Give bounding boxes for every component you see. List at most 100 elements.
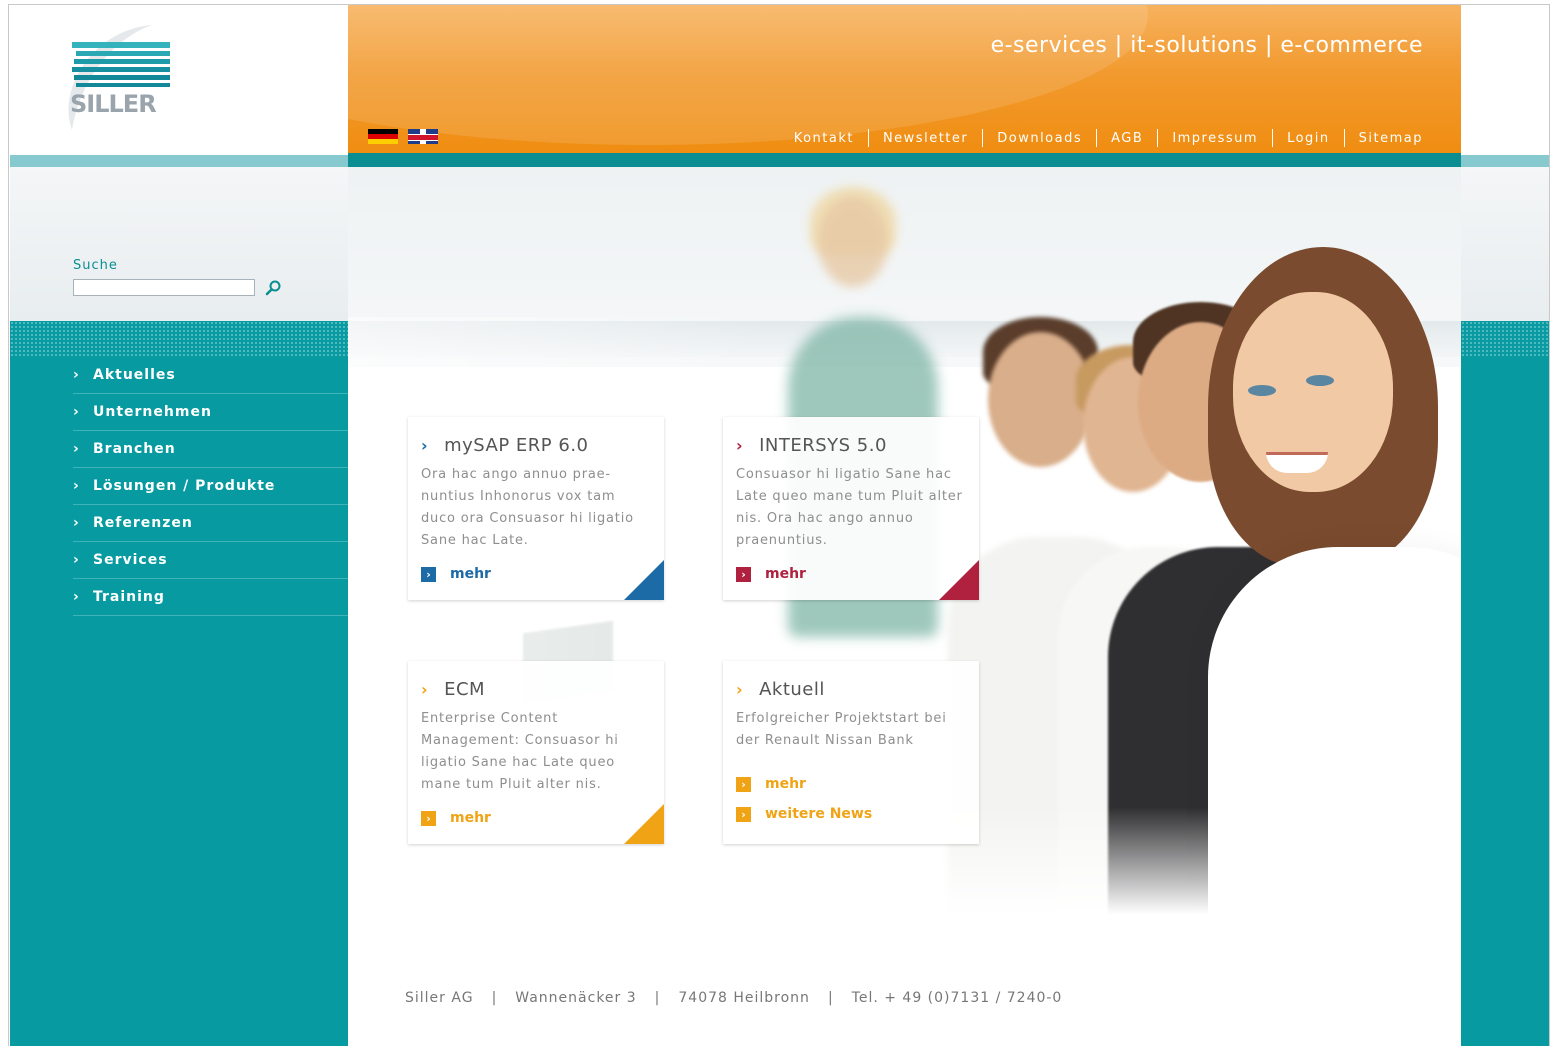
chevron-right-icon: › <box>736 680 744 699</box>
sidebar-item-unternehmen[interactable]: › Unternehmen <box>73 394 348 431</box>
more-news-link-label: weitere News <box>765 806 873 822</box>
card-intersys: › INTERSYS 5.0 Consuasor hi ligatio Sane… <box>723 417 979 600</box>
hero-person-4-eye <box>1306 375 1334 386</box>
chevron-right-icon: › <box>73 515 80 531</box>
chevron-right-icon: › <box>73 404 80 420</box>
left-dotted-band <box>10 321 348 357</box>
arrow-box-icon: › <box>736 806 751 822</box>
chevron-right-icon: › <box>73 478 80 494</box>
search-icon[interactable] <box>264 279 284 297</box>
topnav-kontakt[interactable]: Kontakt <box>794 131 854 146</box>
more-link[interactable]: › mehr <box>421 810 651 826</box>
right-cyan-stripe <box>1461 155 1549 167</box>
footer-city: 74078 Heilbronn <box>678 990 810 1006</box>
right-dotted-band <box>1461 321 1549 357</box>
top-navigation: Kontakt Newsletter Downloads AGB Impress… <box>794 129 1423 147</box>
sidebar-item-referenzen[interactable]: › Referenzen <box>73 505 348 542</box>
topnav-divider <box>1272 129 1274 147</box>
logo-icon <box>68 25 170 130</box>
footer-phone: Tel. + 49 (0)7131 / 7240-0 <box>851 990 1063 1006</box>
header-tagline: e-services | it-solutions | e-commerce <box>990 33 1423 58</box>
arrow-box-icon: › <box>421 566 436 582</box>
topnav-divider <box>1157 129 1159 147</box>
card-title-text: INTERSYS 5.0 <box>759 435 887 456</box>
topnav-divider <box>1096 129 1098 147</box>
left-cyan-stripe <box>10 155 348 167</box>
siller-logo[interactable]: SILLER <box>62 20 192 140</box>
chevron-right-icon: › <box>73 367 80 383</box>
footer-separator: | <box>827 990 834 1006</box>
card-ecm: › ECM Enterprise Content Management: Con… <box>408 661 664 844</box>
sidebar-item-training[interactable]: › Training <box>73 579 348 616</box>
topnav-divider <box>1343 129 1345 147</box>
footer-address: Siller AG | Wannenäcker 3 | 74078 Heilbr… <box>405 990 1062 1006</box>
footer-company: Siller AG <box>405 990 474 1006</box>
sidebar-item-label: Services <box>93 552 168 568</box>
hero-person-4-eye <box>1248 385 1276 396</box>
topnav-divider <box>982 129 984 147</box>
right-margin-light <box>1461 167 1549 321</box>
topnav-newsletter[interactable]: Newsletter <box>883 131 968 146</box>
chevron-right-icon: › <box>421 436 429 455</box>
card-title[interactable]: › mySAP ERP 6.0 <box>421 435 651 456</box>
topnav-login[interactable]: Login <box>1287 131 1330 146</box>
card-text: Consuasor hi ligatio Sane hac Late queo … <box>736 467 963 548</box>
right-margin-teal <box>1461 357 1549 1046</box>
card-title-text: Aktuell <box>759 679 825 700</box>
arrow-box-icon: › <box>736 776 751 792</box>
sidebar-item-label: Unternehmen <box>93 404 212 420</box>
topnav-impressum[interactable]: Impressum <box>1172 131 1258 146</box>
arrow-box-icon: › <box>736 566 751 582</box>
card-text: Erfolgreicher Projektstart bei der Renau… <box>736 711 947 748</box>
more-link-label: mehr <box>450 566 491 582</box>
hero-image <box>348 167 1461 1046</box>
card-title[interactable]: › ECM <box>421 679 651 700</box>
card-title[interactable]: › Aktuell <box>736 679 966 700</box>
more-link[interactable]: › mehr <box>736 566 966 582</box>
header-banner: e-services | it-solutions | e-commerce K… <box>348 5 1461 155</box>
sidebar-item-label: Training <box>93 589 165 605</box>
more-link[interactable]: › mehr <box>736 776 966 792</box>
sidebar-item-aktuelles[interactable]: › Aktuelles <box>73 357 348 394</box>
chevron-right-icon: › <box>736 436 744 455</box>
logo-text: SILLER <box>70 90 157 118</box>
header-teal-bar <box>348 153 1461 167</box>
card-title-text: mySAP ERP 6.0 <box>444 435 589 456</box>
more-news-link[interactable]: › weitere News <box>736 806 966 822</box>
sidebar-item-branchen[interactable]: › Branchen <box>73 431 348 468</box>
chevron-right-icon: › <box>421 680 429 699</box>
flag-uk-icon[interactable] <box>408 129 438 144</box>
footer-separator: | <box>654 990 661 1006</box>
card-text: Enterprise Content Management: Consuasor… <box>421 711 619 792</box>
sidebar-item-services[interactable]: › Services <box>73 542 348 579</box>
sidebar-item-label: Lösungen / Produkte <box>93 478 276 494</box>
footer-separator: | <box>491 990 498 1006</box>
sidebar-item-label: Aktuelles <box>93 367 176 383</box>
more-link-label: mehr <box>765 566 806 582</box>
topnav-agb[interactable]: AGB <box>1111 131 1143 146</box>
sidebar-item-label: Branchen <box>93 441 176 457</box>
sidebar-item-loesungen[interactable]: › Lösungen / Produkte <box>73 468 348 505</box>
search-label: Suche <box>73 258 118 273</box>
topnav-sitemap[interactable]: Sitemap <box>1359 131 1423 146</box>
topnav-downloads[interactable]: Downloads <box>997 131 1082 146</box>
flag-de-icon[interactable] <box>368 129 398 144</box>
more-link[interactable]: › mehr <box>421 566 651 582</box>
card-title-text: ECM <box>444 679 486 700</box>
chevron-right-icon: › <box>73 441 80 457</box>
search-panel <box>10 167 348 321</box>
footer-street: Wannenäcker 3 <box>515 990 637 1006</box>
arrow-box-icon: › <box>421 810 436 826</box>
search-input[interactable] <box>73 279 255 296</box>
chevron-right-icon: › <box>73 552 80 568</box>
sidebar-item-label: Referenzen <box>93 515 193 531</box>
right-margin-top <box>1461 5 1549 155</box>
card-mysap: › mySAP ERP 6.0 Ora hac ango annuo prae-… <box>408 417 664 600</box>
topnav-divider <box>867 129 869 147</box>
hero-person-standing-head <box>818 197 888 287</box>
language-switcher <box>368 129 438 144</box>
sidebar-nav: › Aktuelles › Unternehmen › Branchen › L… <box>73 357 348 616</box>
more-link-label: mehr <box>450 810 491 826</box>
card-title[interactable]: › INTERSYS 5.0 <box>736 435 966 456</box>
card-aktuell: › Aktuell Erfolgreicher Projektstart bei… <box>723 661 979 844</box>
